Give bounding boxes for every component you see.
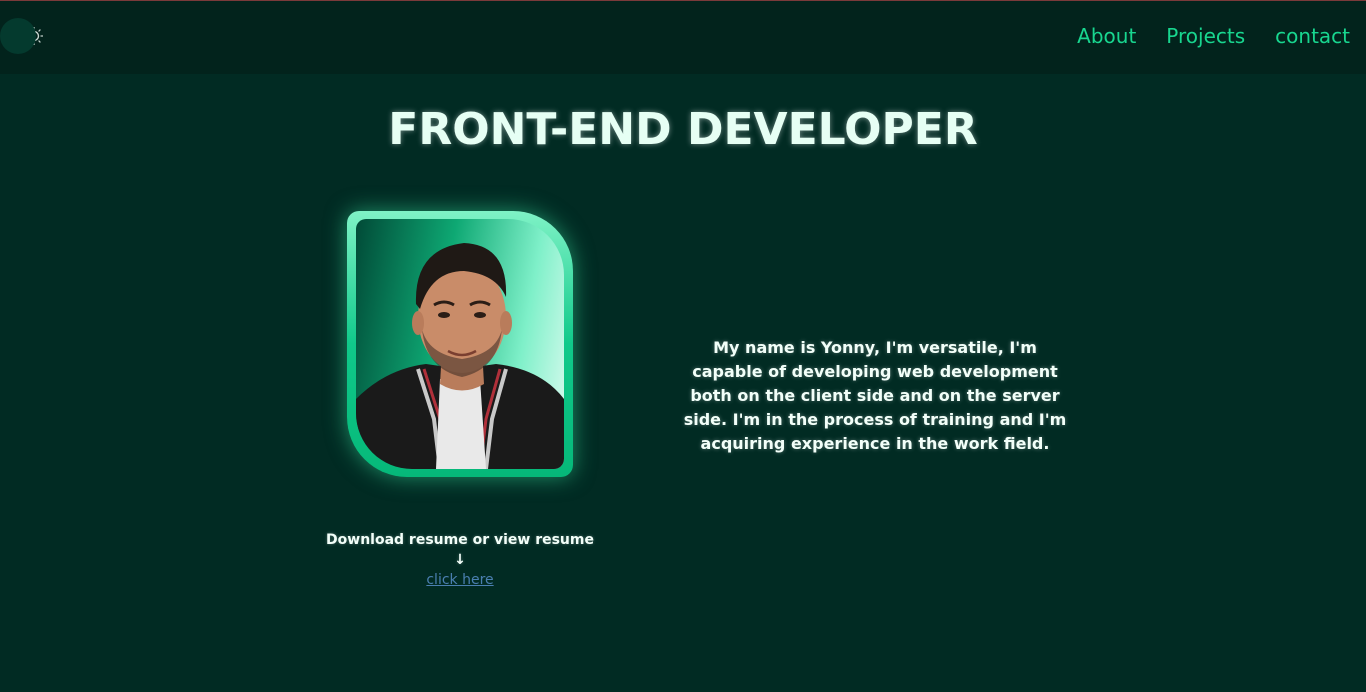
portrait-illustration: [356, 243, 564, 469]
nav-link-contact[interactable]: contact: [1275, 23, 1350, 49]
nav-link-about[interactable]: About: [1077, 23, 1136, 49]
resume-label: Download resume or view resume ↓: [326, 532, 594, 568]
page-title: FRONT-END DEVELOPER: [388, 104, 978, 155]
profile-photo-frame: [347, 211, 573, 477]
top-navbar: About Projects contact: [0, 1, 1366, 74]
nav-link-projects[interactable]: Projects: [1166, 23, 1245, 49]
profile-photo: [356, 219, 564, 469]
resume-section: Download resume or view resume ↓ click h…: [320, 530, 600, 590]
resume-link[interactable]: click here: [320, 570, 600, 590]
main-nav: About Projects contact: [1077, 23, 1350, 49]
theme-toggle[interactable]: [0, 18, 80, 54]
toggle-knob: [0, 18, 36, 54]
bio-text: My name is Yonny, I'm versatile, I'm cap…: [683, 338, 1067, 453]
